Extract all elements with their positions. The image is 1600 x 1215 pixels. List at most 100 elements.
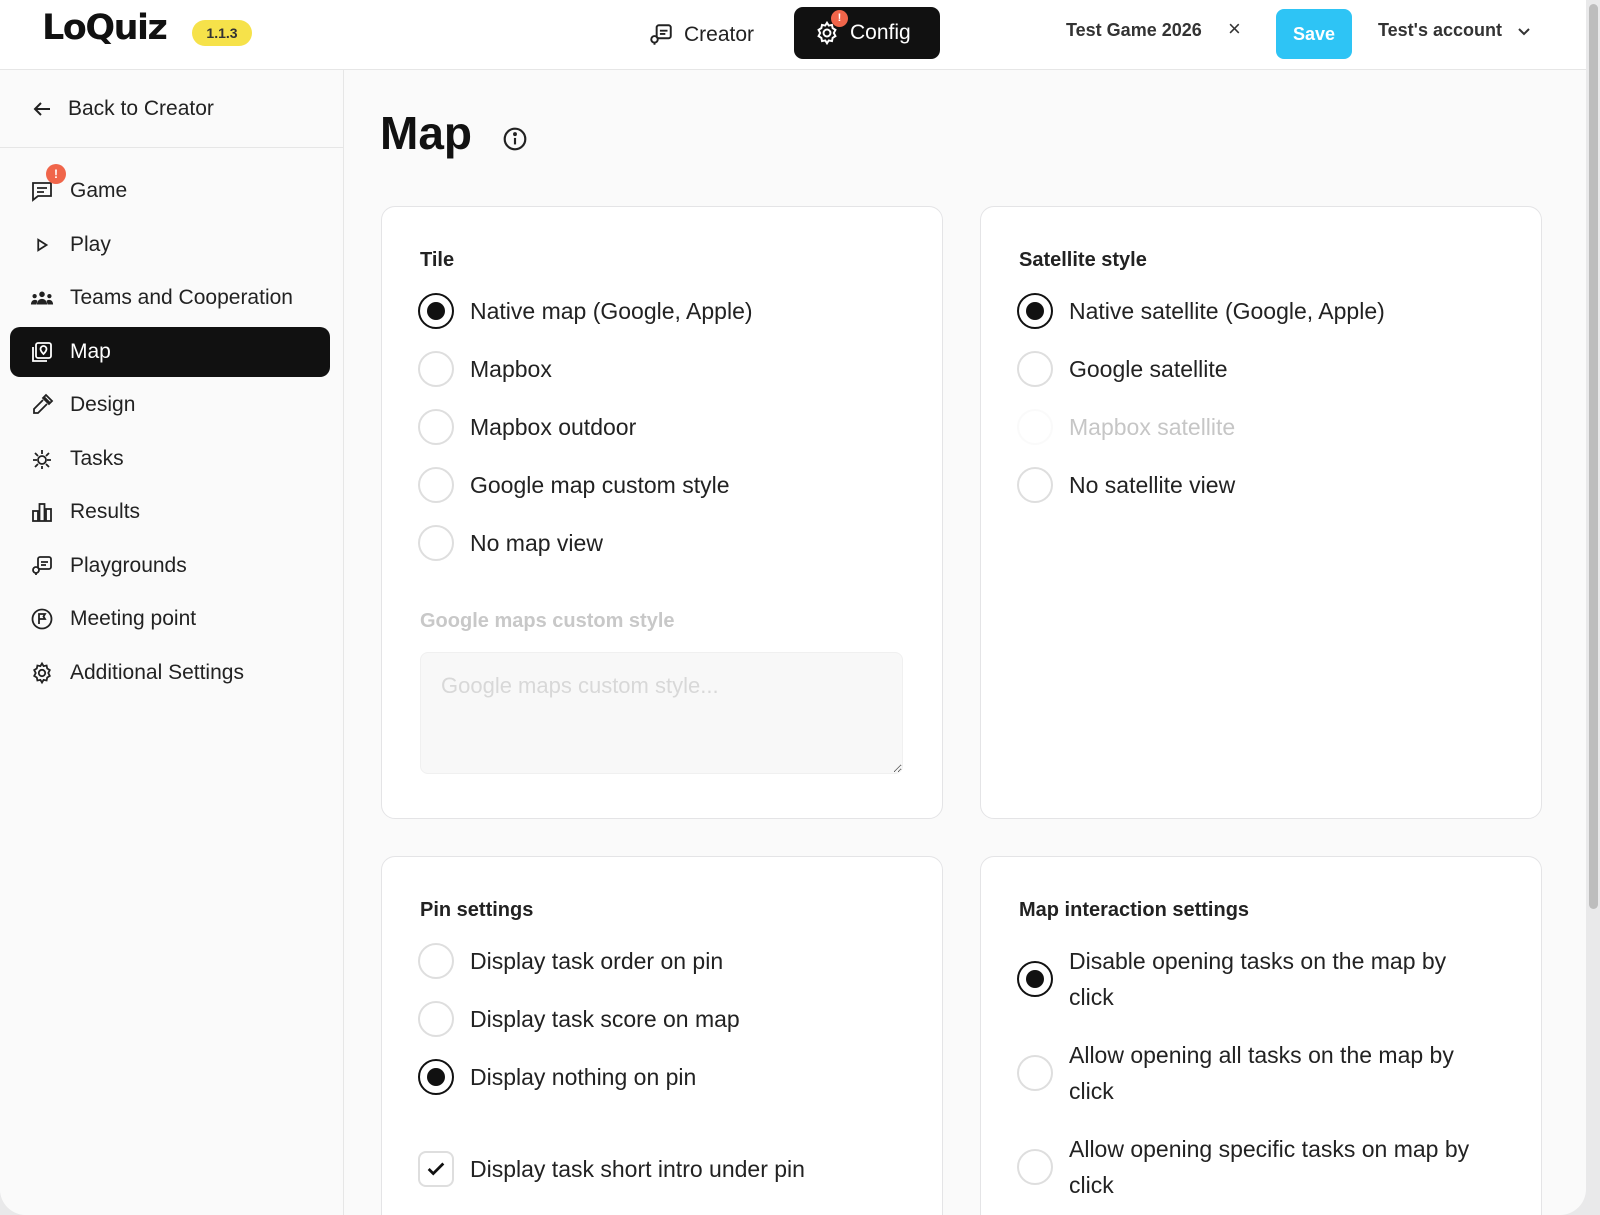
- option-label: Google map custom style: [470, 472, 730, 498]
- config-alert-badge: !: [831, 10, 848, 27]
- satellite-option-google[interactable]: Google satellite: [1017, 351, 1228, 387]
- sidebar-item-label: Play: [70, 232, 111, 256]
- radio[interactable]: [418, 943, 454, 979]
- satellite-option-mapbox: Mapbox satellite: [1017, 409, 1235, 445]
- team-icon: [30, 286, 54, 310]
- radio[interactable]: [1017, 1055, 1053, 1091]
- option-label: Mapbox: [470, 356, 552, 382]
- sidebar-item-tasks[interactable]: Tasks: [10, 434, 330, 484]
- sidebar-item-label: Game: [70, 179, 128, 202]
- option-label: Display task short intro under pin: [470, 1156, 805, 1182]
- radio[interactable]: [418, 351, 454, 387]
- gear-icon: [30, 661, 54, 685]
- tile-option-mapbox-outdoor[interactable]: Mapbox outdoor: [418, 409, 636, 445]
- satellite-title: Satellite style: [1019, 249, 1147, 271]
- tile-option-mapbox[interactable]: Mapbox: [418, 351, 552, 387]
- option-label: Native map (Google, Apple): [470, 298, 753, 324]
- option-label: Allow opening all tasks on the map by cl…: [1069, 1042, 1454, 1104]
- version-badge: 1.1.3: [192, 20, 252, 46]
- radio-selected[interactable]: [418, 1059, 454, 1095]
- option-label: Disable opening tasks on the map by clic…: [1069, 948, 1447, 1010]
- top-bar: LoQuiz 1.1.3 Creator ! Config Test Game …: [0, 0, 1586, 70]
- radio-selected[interactable]: [1017, 293, 1053, 329]
- map-interaction-card: Map interaction settings Disable opening…: [980, 856, 1542, 1215]
- option-label: Allow opening specific tasks on map by c…: [1069, 1136, 1470, 1198]
- back-label: Back to Creator: [68, 96, 214, 120]
- page-title: Map: [380, 107, 472, 159]
- radio[interactable]: [1017, 467, 1053, 503]
- logo: LoQuiz: [42, 8, 168, 48]
- radio-selected[interactable]: [418, 293, 454, 329]
- play-icon: [30, 233, 54, 257]
- interaction-option-allow-all[interactable]: Allow opening all tasks on the map by cl…: [1017, 1037, 1487, 1109]
- creator-label: Creator: [684, 23, 755, 46]
- option-label: Display nothing on pin: [470, 1064, 697, 1090]
- satellite-option-native[interactable]: Native satellite (Google, Apple): [1017, 293, 1385, 329]
- sidebar-item-play[interactable]: Play: [10, 220, 330, 270]
- sidebar-item-label: Additional Settings: [70, 660, 244, 684]
- option-label: Display task order on pin: [470, 948, 724, 974]
- sidebar-item-results[interactable]: Results: [10, 487, 330, 537]
- pin-option-task-order[interactable]: Display task order on pin: [418, 943, 723, 979]
- sidebar-item-label: Design: [70, 393, 136, 416]
- sidebar-item-map[interactable]: Map: [10, 326, 330, 377]
- radio[interactable]: [418, 1001, 454, 1037]
- scrollbar[interactable]: [1586, 0, 1600, 1215]
- sidebar-item-playgrounds[interactable]: Playgrounds: [10, 541, 330, 591]
- radio[interactable]: [1017, 351, 1053, 387]
- map-icon: [30, 340, 54, 364]
- option-label: No map view: [470, 530, 603, 556]
- radio-selected[interactable]: [1017, 961, 1053, 997]
- interaction-option-disable[interactable]: Disable opening tasks on the map by clic…: [1017, 943, 1487, 1015]
- chevron-down-icon: [1518, 27, 1530, 35]
- custom-style-textarea[interactable]: [420, 652, 903, 774]
- back-to-creator-link[interactable]: Back to Creator: [0, 70, 343, 148]
- sidebar-item-game[interactable]: ! Game: [10, 164, 330, 216]
- game-name: Test Game 2026: [1066, 20, 1202, 40]
- pin-option-task-score[interactable]: Display task score on map: [418, 1001, 740, 1037]
- radio[interactable]: [1017, 1149, 1053, 1185]
- sidebar-item-meeting-point[interactable]: Meeting point: [10, 594, 330, 644]
- radio[interactable]: [418, 467, 454, 503]
- save-button[interactable]: Save: [1276, 9, 1352, 59]
- pipette-icon: [30, 393, 54, 417]
- playground-icon: [650, 24, 672, 45]
- radio-disabled: [1017, 409, 1053, 445]
- pin-short-intro-option[interactable]: Display task short intro under pin: [418, 1151, 805, 1187]
- close-game-icon[interactable]: ×: [1228, 16, 1241, 42]
- pin-settings-card: Pin settings Display task order on pin D…: [381, 856, 943, 1215]
- info-icon[interactable]: [502, 126, 528, 152]
- sidebar-item-label: Tasks: [70, 446, 124, 470]
- checkbox-checked[interactable]: [418, 1151, 454, 1187]
- flag-circle-icon: [30, 607, 54, 631]
- tile-title: Tile: [420, 249, 455, 271]
- config-label: Config: [850, 21, 911, 44]
- scrollbar-thumb[interactable]: [1589, 4, 1598, 909]
- arrow-left-icon: [33, 101, 50, 116]
- game-alert-badge: !: [46, 164, 66, 184]
- sidebar-item-label: Map: [70, 339, 111, 363]
- interaction-option-allow-specific[interactable]: Allow opening specific tasks on map by c…: [1017, 1131, 1487, 1203]
- sidebar-item-teams[interactable]: Teams and Cooperation: [10, 273, 330, 323]
- radio[interactable]: [418, 525, 454, 561]
- sidebar-item-label: Teams and Cooperation: [70, 286, 293, 309]
- radio[interactable]: [418, 409, 454, 445]
- sidebar-item-label: Playgrounds: [70, 553, 187, 577]
- sidebar: Back to Creator ! Game Play Teams and Co…: [0, 70, 344, 1215]
- sidebar-menu: ! Game Play Teams and Cooperation Map De…: [10, 164, 330, 701]
- custom-style-label: Google maps custom style: [420, 610, 675, 632]
- account-menu[interactable]: Test's account: [1378, 20, 1532, 41]
- creator-tab[interactable]: Creator: [648, 12, 778, 58]
- pin-option-nothing[interactable]: Display nothing on pin: [418, 1059, 696, 1095]
- tile-option-no-map-view[interactable]: No map view: [418, 525, 603, 561]
- sparkle-icon: [30, 447, 54, 471]
- option-label: Display task score on map: [470, 1006, 740, 1032]
- config-tab[interactable]: ! Config: [794, 7, 940, 59]
- tile-option-native-map[interactable]: Native map (Google, Apple): [418, 293, 753, 329]
- tile-card: Tile Native map (Google, Apple) Mapbox M…: [381, 206, 943, 819]
- satellite-option-none[interactable]: No satellite view: [1017, 467, 1235, 503]
- sidebar-item-additional-settings[interactable]: Additional Settings: [10, 648, 330, 698]
- bar-chart-icon: [30, 500, 54, 524]
- sidebar-item-design[interactable]: Design: [10, 380, 330, 430]
- tile-option-google-custom-style[interactable]: Google map custom style: [418, 467, 730, 503]
